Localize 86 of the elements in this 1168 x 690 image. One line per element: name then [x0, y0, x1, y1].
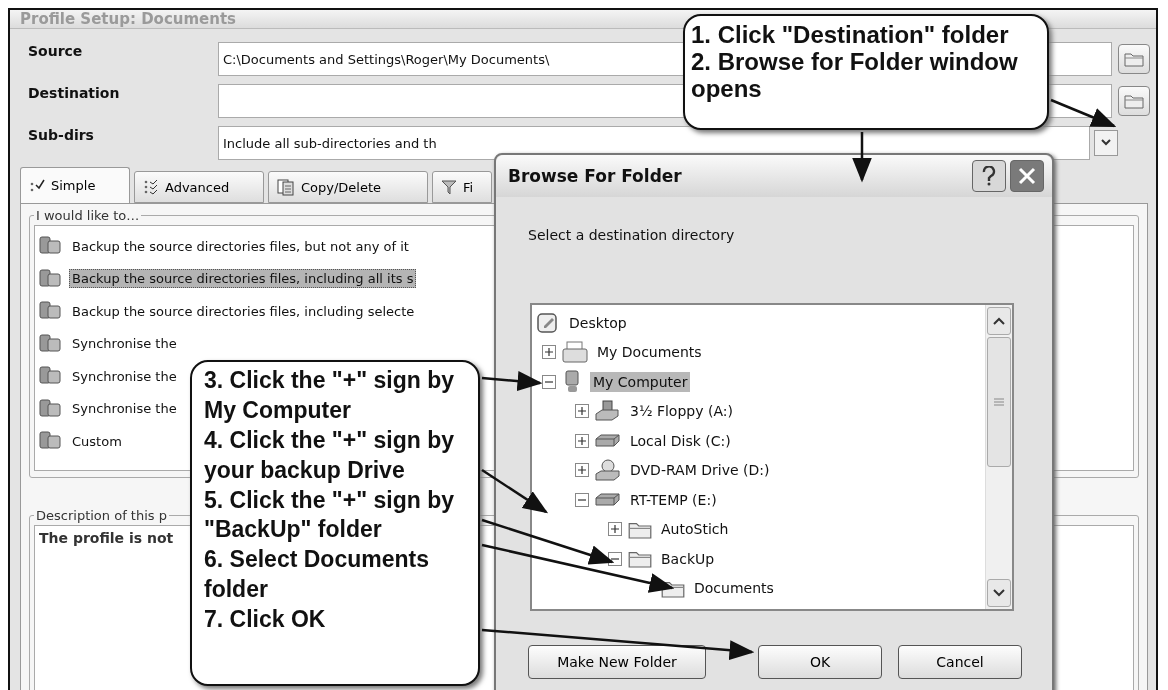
- close-button[interactable]: [1010, 160, 1044, 192]
- browse-button[interactable]: [1118, 86, 1150, 116]
- tree-item[interactable]: My Computer: [590, 371, 691, 392]
- dialog-button[interactable]: Make New Folder: [528, 645, 706, 679]
- document-icon: [277, 178, 295, 196]
- checklist-icon: [143, 179, 159, 195]
- window-title: Profile Setup: Documents: [20, 10, 237, 28]
- optical-drive-icon: [595, 459, 621, 482]
- collapse-toggle[interactable]: [575, 492, 589, 507]
- expand-toggle[interactable]: [575, 463, 589, 478]
- field-label: Source: [28, 42, 84, 59]
- scroll-up-button[interactable]: [987, 307, 1011, 335]
- instruction-step: 7. Click OK: [204, 605, 474, 635]
- dialog-title: Browse For Folder: [508, 166, 683, 186]
- tree-item[interactable]: RT-TEMP (E:): [627, 489, 720, 510]
- tree-item[interactable]: DVD-RAM Drive (D:): [627, 460, 773, 481]
- tree-item[interactable]: Local Disk (C:): [627, 430, 734, 451]
- description-text: The profile is not: [39, 530, 174, 546]
- expand-toggle[interactable]: [608, 522, 622, 537]
- tree-item[interactable]: BackUp: [658, 548, 718, 569]
- tree-item[interactable]: Documents: [691, 578, 777, 599]
- group-title: I would like to…: [35, 208, 141, 223]
- tab[interactable]: Simple: [20, 167, 130, 203]
- scrollbar[interactable]: [985, 305, 1012, 609]
- folder-icon: [1124, 93, 1144, 109]
- dialog-button[interactable]: Cancel: [898, 645, 1022, 679]
- expand-toggle[interactable]: [575, 433, 589, 448]
- instruction-step: 5. Click the "+" sign by "BackUp" folder: [204, 485, 474, 546]
- group-title: Description of this p: [35, 508, 168, 523]
- plus-icon: [578, 407, 586, 416]
- help-icon: [982, 166, 996, 186]
- scroll-thumb[interactable]: [987, 337, 1011, 467]
- field-label: Destination: [28, 84, 121, 101]
- browse-button[interactable]: [1118, 44, 1150, 74]
- collapse-toggle[interactable]: [608, 551, 622, 566]
- pointer-arrow: [481, 371, 543, 392]
- field-label: Sub-dirs: [28, 126, 95, 143]
- pointer-arrow: [481, 468, 549, 514]
- plus-icon: [611, 525, 619, 534]
- computers-icon: [39, 397, 63, 420]
- computers-icon: [39, 332, 63, 355]
- pointer-arrow: [852, 132, 872, 183]
- tab[interactable]: Advanced: [134, 171, 264, 203]
- plus-icon: [578, 436, 586, 445]
- desktop-icon: [536, 311, 560, 334]
- tree-item[interactable]: 3½ Floppy (A:): [627, 401, 736, 422]
- option-item[interactable]: Backup the source directories files, including selecte: [69, 301, 418, 321]
- floppy-drive-icon: [595, 400, 621, 423]
- tab[interactable]: Fi: [432, 171, 492, 203]
- close-icon: [1018, 167, 1036, 185]
- chevron-down-icon: [993, 589, 1005, 597]
- option-item[interactable]: Synchronise the: [69, 334, 180, 354]
- dialog-button[interactable]: OK: [758, 645, 882, 679]
- hard-drive-icon: [595, 491, 621, 508]
- tree-item[interactable]: Desktop: [566, 312, 630, 333]
- option-item[interactable]: Synchronise the: [69, 399, 180, 419]
- instruction-step: 6. Select Documents folder: [204, 545, 474, 606]
- option-item[interactable]: Backup the source directories files, including all its s: [69, 269, 417, 289]
- plus-icon: [545, 348, 553, 357]
- option-item[interactable]: Synchronise the: [69, 366, 180, 386]
- hard-drive-icon: [595, 432, 621, 449]
- chevron-down-icon: [1101, 139, 1111, 147]
- option-item[interactable]: Custom: [69, 431, 125, 451]
- pointer-arrow: [1050, 98, 1117, 128]
- tree-item[interactable]: My Documents: [594, 342, 705, 363]
- computers-icon: [39, 267, 63, 290]
- expand-toggle[interactable]: [542, 345, 556, 360]
- grip-icon: [994, 398, 1004, 406]
- collapse-toggle[interactable]: [542, 374, 556, 389]
- scroll-down-button[interactable]: [987, 579, 1011, 607]
- tree-item[interactable]: AutoStich: [658, 519, 732, 540]
- option-item[interactable]: Backup the source directories files, but not any of it: [69, 236, 412, 256]
- chevron-up-icon: [993, 317, 1005, 325]
- dialog-prompt: Select a destination directory: [528, 227, 736, 243]
- instruction-step: 4. Click the "+" sign by your backup Drive: [204, 425, 474, 486]
- check-icon: [29, 178, 45, 193]
- tab[interactable]: Copy/Delete: [268, 171, 428, 203]
- instruction-step: 3. Click the "+" sign by My Computer: [204, 366, 474, 426]
- help-button[interactable]: [972, 160, 1006, 192]
- dropdown-arrow-button[interactable]: [1094, 130, 1118, 156]
- plus-icon: [578, 466, 586, 475]
- folder-icon: [628, 549, 652, 569]
- folder-icon: [1124, 51, 1144, 67]
- documents-folder-icon: [562, 341, 588, 364]
- funnel-icon: [441, 179, 457, 195]
- expand-toggle[interactable]: [575, 404, 589, 419]
